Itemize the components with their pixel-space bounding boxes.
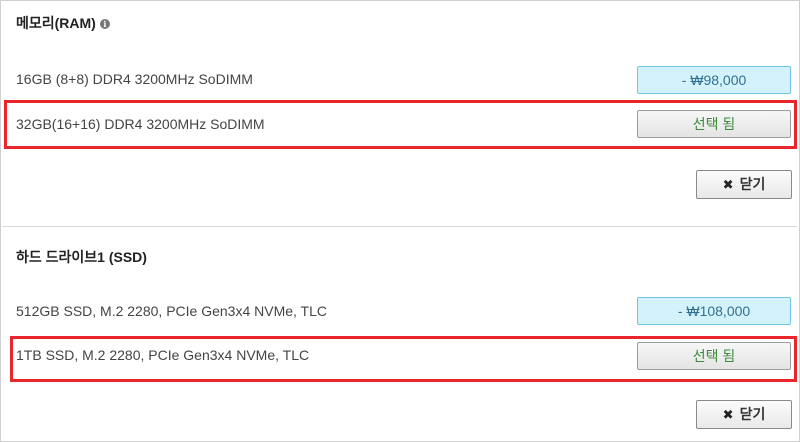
ssd-option-512gb-label: 512GB SSD, M.2 2280, PCIe Gen3x4 NVMe, T… (16, 303, 328, 319)
ssd-close-label: 닫기 (739, 406, 766, 422)
ram-option-32gb-selected-button[interactable]: 선택 됨 (637, 110, 791, 138)
ram-section-title-text: 메모리(RAM) (16, 15, 96, 31)
ssd-close-button[interactable]: ✖ 닫기 (696, 400, 792, 429)
close-icon: ✖ (722, 177, 734, 192)
ssd-option-512gb-price-button[interactable]: - ₩108,000 (637, 297, 791, 325)
section-divider (2, 226, 797, 227)
ssd-option-1tb-selected-button[interactable]: 선택 됨 (637, 342, 791, 370)
info-icon[interactable]: i (99, 19, 110, 29)
ram-close-label: 닫기 (739, 176, 766, 192)
ram-option-16gb-price-button[interactable]: - ₩98,000 (637, 66, 791, 94)
ssd-option-1tb-label: 1TB SSD, M.2 2280, PCIe Gen3x4 NVMe, TLC (16, 347, 310, 363)
ram-option-32gb-label: 32GB(16+16) DDR4 3200MHz SoDIMM (16, 116, 265, 132)
ram-option-16gb-label: 16GB (8+8) DDR4 3200MHz SoDIMM (16, 71, 253, 87)
ram-section-title: 메모리(RAM) i (16, 13, 110, 33)
ram-close-button[interactable]: ✖ 닫기 (696, 170, 792, 199)
close-icon: ✖ (722, 407, 734, 422)
ssd-section-title: 하드 드라이브1 (SSD) (16, 249, 147, 265)
